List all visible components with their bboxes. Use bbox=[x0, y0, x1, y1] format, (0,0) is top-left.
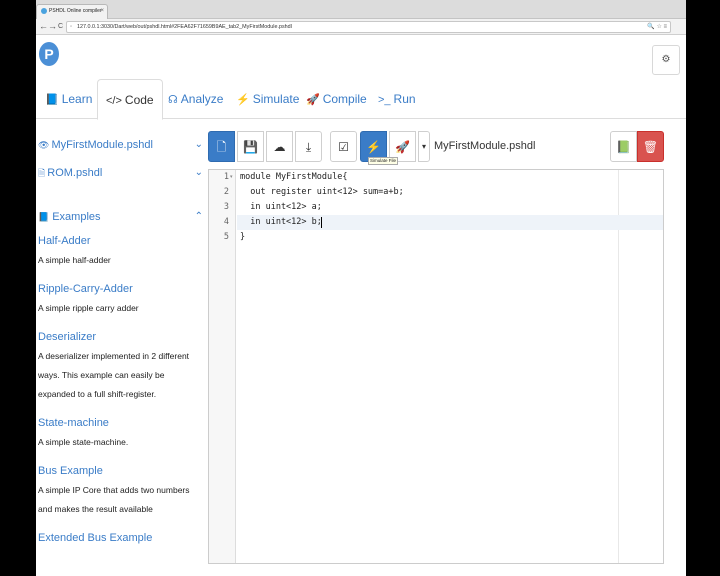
close-tab-icon[interactable]: × bbox=[100, 5, 104, 18]
rocket-icon: 🚀 bbox=[395, 140, 410, 154]
settings-button[interactable]: ⚙ bbox=[652, 45, 680, 75]
save-button[interactable]: 💾 bbox=[237, 131, 264, 162]
example-link-extended-bus-example[interactable]: Extended Bus Example bbox=[38, 531, 152, 545]
example-link-state-machine[interactable]: State-machine bbox=[38, 416, 109, 430]
page-icon: ▫ bbox=[70, 24, 73, 30]
examples-header[interactable]: 📘 Examples ⌃ bbox=[38, 208, 203, 226]
back-icon[interactable]: ← bbox=[39, 21, 48, 32]
example-desc-bus-example: A simple IP Core that adds two numbers a… bbox=[38, 485, 190, 514]
tab-code-label: Code bbox=[124, 93, 154, 107]
eye-icon: 👁 bbox=[38, 140, 50, 150]
tab-simulate-label: Simulate bbox=[252, 92, 300, 106]
browser-window: PSHDL Online compiler × ← → C ▫ 127.0.0.… bbox=[36, 0, 686, 576]
save-icon: 💾 bbox=[243, 140, 258, 154]
fold-icon[interactable]: ▾ bbox=[230, 170, 233, 185]
main-tabs: 📘 Learn </> Code ☊ Analyze ⚡ Simulate 🚀 Compi… bbox=[36, 79, 686, 120]
tab-simulate[interactable]: ⚡ Simulate bbox=[236, 79, 299, 119]
checkbox-icon: ☑ bbox=[338, 140, 349, 154]
tab-run-label: Run bbox=[393, 92, 416, 106]
rocket-icon: 🚀 bbox=[306, 94, 320, 106]
tab-compile[interactable]: 🚀 Compile bbox=[306, 79, 367, 119]
chevron-down-icon[interactable]: ⌄ bbox=[195, 164, 203, 182]
terminal-icon: >_ bbox=[378, 94, 391, 106]
tab-learn-label: Learn bbox=[61, 92, 93, 106]
line-number: 4 bbox=[223, 217, 229, 227]
tab-run[interactable]: >_ Run bbox=[378, 79, 416, 119]
example-desc-half-adder: A simple half-adder bbox=[38, 255, 111, 265]
cloud-upload-icon: ☁ bbox=[273, 140, 286, 154]
address-bar: ← → C ▫ 127.0.0.1:3030/Dart/web/out/pshd… bbox=[36, 19, 686, 35]
file-item-label: MyFirstModule.pshdl bbox=[51, 139, 153, 151]
delete-button[interactable]: 🗑 bbox=[637, 131, 664, 162]
line-number: 5 bbox=[223, 232, 229, 242]
new-file-icon: 🗋 bbox=[216, 140, 227, 154]
forward-icon[interactable]: → bbox=[48, 21, 57, 32]
book-icon: 📘 bbox=[45, 94, 59, 106]
tab-compile-label: Compile bbox=[322, 92, 367, 106]
line-number: 1 bbox=[223, 172, 229, 182]
url-input[interactable]: ▫ 127.0.0.1:3030/Dart/web/out/pshdl.html… bbox=[66, 21, 671, 33]
text-cursor bbox=[321, 217, 322, 228]
compile-dropdown-button[interactable]: ▾ bbox=[418, 131, 430, 162]
example-link-bus-example[interactable]: Bus Example bbox=[38, 464, 103, 478]
url-bar-icons[interactable]: 🔍 ☆ ≡ bbox=[647, 22, 667, 32]
example-link-ripple-carry-adder[interactable]: Ripple-Carry-Adder bbox=[38, 282, 133, 296]
reload-icon[interactable]: C bbox=[58, 21, 63, 32]
screen: PSHDL Online compiler × ← → C ▫ 127.0.0.… bbox=[0, 0, 720, 576]
gear-icon: ⚙ bbox=[661, 54, 671, 65]
simulate-tooltip: Simulate File bbox=[368, 157, 399, 165]
docs-button[interactable]: 📗 bbox=[610, 131, 637, 162]
caret-down-icon: ▾ bbox=[421, 142, 426, 151]
file-item-rom[interactable]: 🗎 ROM.pshdl ⌄ bbox=[38, 164, 203, 182]
browser-tab[interactable]: PSHDL Online compiler × bbox=[36, 4, 108, 19]
tab-learn[interactable]: 📘 Learn bbox=[45, 79, 92, 119]
example-desc-deserializer: A deserializer implemented in 2 differen… bbox=[38, 351, 190, 399]
browser-tab-title: PSHDL Online compiler bbox=[49, 8, 102, 14]
stethoscope-icon: ☊ bbox=[168, 94, 178, 106]
tab-code[interactable]: </> Code bbox=[97, 79, 163, 120]
tab-analyze-label: Analyze bbox=[180, 92, 224, 106]
sidebar: 👁 MyFirstModule.pshdl ⌄ 🗎 ROM.pshdl ⌄ 📘 Exa… bbox=[38, 130, 203, 570]
file-item-label: ROM.pshdl bbox=[47, 167, 103, 179]
code-line: } bbox=[240, 232, 246, 242]
example-link-deserializer[interactable]: Deserializer bbox=[38, 330, 96, 344]
code-line: in uint<12> a; bbox=[240, 202, 322, 212]
editor-file-name: MyFirstModule.pshdl bbox=[434, 140, 536, 152]
examples-header-label: Examples bbox=[52, 211, 101, 223]
trash-icon: 🗑 bbox=[642, 140, 659, 154]
book-icon: 📗 bbox=[616, 140, 631, 154]
example-desc-ripple-carry-adder: A simple ripple carry adder bbox=[38, 303, 139, 313]
file-icon: 🗎 bbox=[38, 168, 46, 178]
file-item-myfirstmodule[interactable]: 👁 MyFirstModule.pshdl ⌄ bbox=[38, 136, 203, 154]
example-desc-state-machine: A simple state-machine. bbox=[38, 437, 129, 447]
chevron-down-icon[interactable]: ⌄ bbox=[195, 136, 203, 154]
favicon-icon bbox=[41, 7, 47, 14]
example-link-half-adder[interactable]: Half-Adder bbox=[38, 234, 91, 248]
code-icon: </> bbox=[106, 95, 122, 107]
line-number: 3 bbox=[223, 202, 229, 212]
code-line: module MyFirstModule{ bbox=[240, 172, 348, 182]
code-line: in uint<12> b; bbox=[240, 217, 322, 227]
browser-tabbar: PSHDL Online compiler × bbox=[36, 0, 686, 19]
tab-analyze[interactable]: ☊ Analyze bbox=[168, 79, 223, 119]
chevron-up-icon[interactable]: ⌃ bbox=[195, 208, 203, 226]
bolt-icon: ⚡ bbox=[236, 94, 250, 106]
url-text: 127.0.0.1:3030/Dart/web/out/pshdl.html#2… bbox=[77, 24, 292, 30]
upload-button[interactable]: ☁ bbox=[266, 131, 293, 162]
check-button[interactable]: ☑ bbox=[330, 131, 357, 162]
download-button[interactable]: ⤓ bbox=[295, 131, 322, 162]
book-icon: 📘 bbox=[38, 212, 50, 222]
code-line: out register uint<12> sum=a+b; bbox=[240, 187, 404, 197]
download-icon: ⤓ bbox=[305, 140, 312, 154]
app-logo[interactable]: P bbox=[39, 42, 59, 66]
bolt-icon: ⚡ bbox=[366, 140, 381, 154]
line-number: 2 bbox=[223, 187, 229, 197]
new-file-button[interactable]: 🗋 bbox=[208, 131, 235, 162]
code-editor[interactable]: 1 ▾ module MyFirstModule{ 2 out register… bbox=[208, 169, 664, 564]
